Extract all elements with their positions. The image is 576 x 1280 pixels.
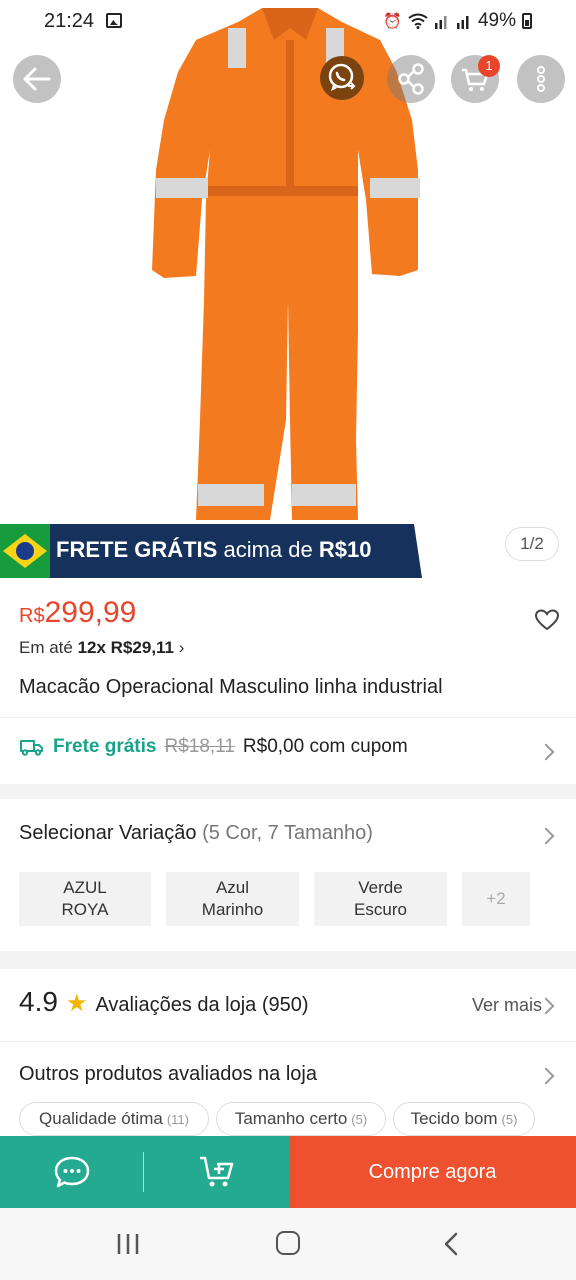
product-title: Macacão Operacional Masculino linha indu… — [19, 676, 443, 698]
chat-button[interactable] — [52, 1154, 92, 1190]
tag-count: (11) — [166, 1111, 189, 1127]
arrow-left-icon — [23, 67, 51, 91]
promo-bold: FRETE GRÁTIS — [56, 537, 218, 562]
cart-count-badge: 1 — [478, 55, 500, 77]
separator — [143, 1152, 144, 1192]
tag-label: Tecido bom — [410, 1109, 498, 1128]
price-value: 299,99 — [44, 596, 137, 629]
option-line: Verde — [358, 878, 403, 897]
share-icon — [398, 63, 424, 95]
battery-icon — [522, 13, 532, 29]
shipping-row[interactable]: Frete grátis R$18,11 R$0,00 com cupom — [19, 736, 408, 758]
rating-label: Avaliações da loja — [95, 994, 257, 1016]
variation-option[interactable]: AZUL ROYA — [19, 872, 151, 926]
see-more-link[interactable]: Ver mais — [472, 995, 542, 1016]
promo-text: FRETE GRÁTIS acima de R$10 — [56, 537, 371, 563]
divider — [0, 717, 576, 718]
variation-option[interactable]: Verde Escuro — [314, 872, 447, 926]
chevron-right-icon: › — [178, 638, 185, 657]
option-line: Escuro — [354, 900, 407, 919]
option-line: Azul — [215, 878, 250, 897]
chevron-right-icon — [537, 743, 555, 761]
rating-count: (950) — [261, 994, 309, 1016]
more-variations-chip[interactable]: +2 — [462, 872, 530, 926]
whatsapp-share-button[interactable] — [320, 56, 364, 100]
battery-percent: 49% — [477, 10, 516, 31]
review-tag[interactable]: Qualidade ótima (11) — [19, 1102, 209, 1136]
variation-label: Selecionar Variação — [19, 822, 197, 844]
image-pager: 1/2 — [505, 527, 559, 561]
installments-prefix: Em até — [19, 638, 78, 657]
product-image-gallery[interactable]: 21:24 ⏰ 49% 1 FRETE GRÁTIS acima de R$10… — [0, 0, 576, 578]
status-time: 21:24 — [44, 10, 95, 32]
whatsapp-icon — [328, 63, 356, 91]
option-line: AZUL — [63, 878, 107, 897]
back-button[interactable] — [13, 55, 61, 103]
system-navigation-bar — [0, 1208, 576, 1280]
free-shipping-promo-banner: FRETE GRÁTIS acima de R$10 — [0, 524, 422, 578]
select-variation-row[interactable]: Selecionar Variação (5 Cor, 7 Tamanho) — [19, 822, 373, 845]
review-tag[interactable]: Tamanho certo (5) — [216, 1102, 386, 1136]
share-button[interactable] — [387, 55, 435, 103]
variation-option[interactable]: Azul Marinho — [166, 872, 299, 926]
heart-icon[interactable] — [534, 608, 560, 632]
other-products-reviewed[interactable]: Outros produtos avaliados na loja — [19, 1063, 317, 1086]
divider — [0, 1041, 576, 1042]
more-options-button[interactable] — [517, 55, 565, 103]
variation-summary: (5 Cor, 7 Tamanho) — [196, 822, 373, 844]
review-tag[interactable]: Tecido bom (5) — [393, 1102, 535, 1136]
tag-label: Tamanho certo — [234, 1109, 348, 1128]
recent-apps-icon[interactable] — [116, 1233, 140, 1255]
tag-label: Qualidade ótima — [39, 1109, 163, 1128]
truck-icon — [20, 740, 43, 756]
tag-count: (5) — [351, 1111, 368, 1127]
free-shipping-label: Frete grátis — [53, 736, 157, 757]
chevron-right-icon — [537, 1067, 555, 1085]
price-currency: R$ — [19, 605, 45, 627]
more-vertical-icon — [537, 66, 545, 92]
signal-icon-2 — [456, 16, 469, 29]
section-gap — [0, 784, 576, 799]
chevron-right-icon — [537, 827, 555, 845]
bottom-left-actions — [0, 1136, 289, 1208]
home-icon[interactable] — [276, 1231, 300, 1255]
store-rating: 4.9 ★ Avaliações da loja (950) — [19, 986, 309, 1018]
section-gap — [0, 951, 576, 969]
option-line: ROYA — [61, 900, 109, 919]
back-nav-icon[interactable] — [444, 1232, 458, 1256]
buy-now-button[interactable]: Compre agora — [289, 1136, 576, 1208]
alarm-icon: ⏰ — [383, 13, 402, 30]
coupon-shipping-price: R$0,00 com cupom — [242, 736, 408, 757]
star-icon: ★ — [65, 990, 88, 1017]
old-shipping-price: R$18,11 — [164, 736, 235, 757]
option-line: Marinho — [201, 900, 264, 919]
add-to-cart-button[interactable] — [197, 1153, 239, 1191]
gallery-notification-icon — [106, 13, 122, 28]
promo-amount: R$10 — [318, 537, 372, 562]
installments[interactable]: Em até 12x R$29,11 › — [19, 638, 184, 658]
product-price: R$299,99 — [19, 596, 136, 630]
tag-count: (5) — [501, 1111, 518, 1127]
wifi-icon — [408, 13, 428, 29]
rating-score: 4.9 — [19, 986, 58, 1017]
status-bar: 21:24 ⏰ 49% — [0, 0, 576, 44]
bottom-action-bar: Compre agora — [0, 1136, 576, 1208]
promo-middle: acima de — [217, 537, 319, 562]
installments-value: 12x R$29,11 — [77, 638, 175, 657]
signal-icon — [434, 16, 447, 29]
brazil-flag-icon — [0, 524, 50, 578]
